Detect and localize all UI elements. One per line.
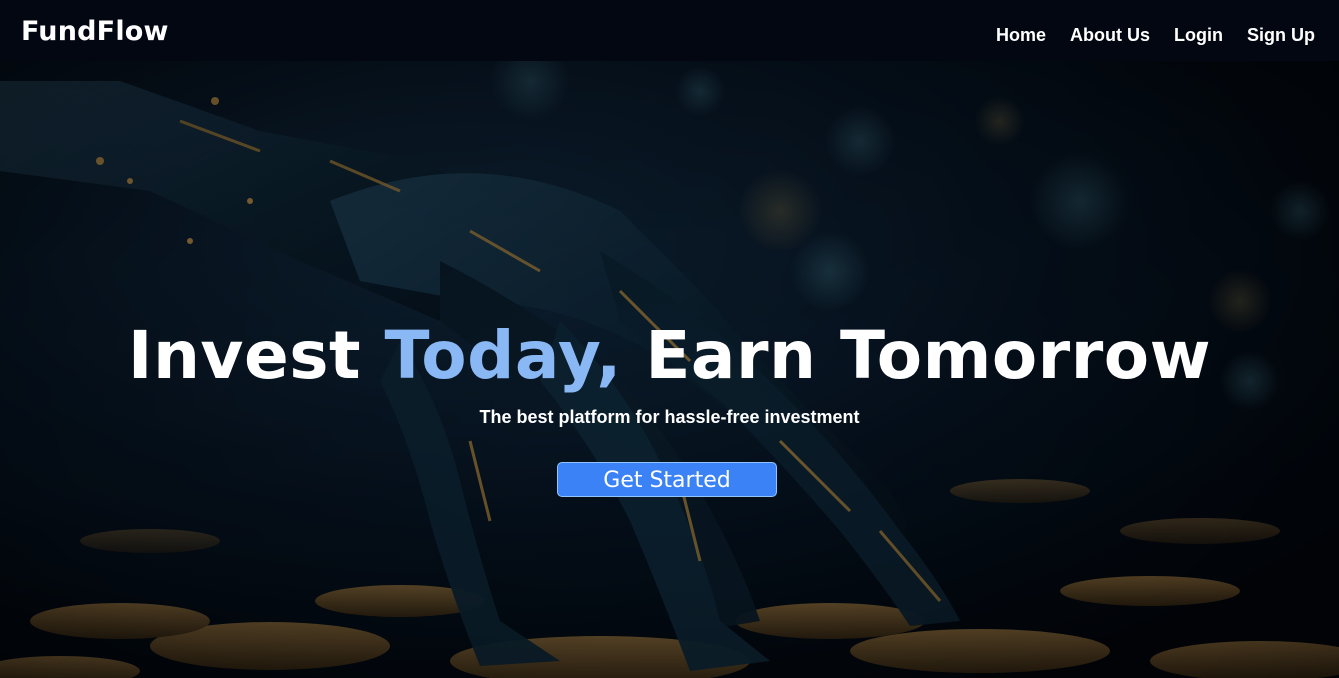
headline-text-earn-tomorrow: Earn Tomorrow: [621, 317, 1212, 394]
nav-link-home[interactable]: Home: [996, 25, 1046, 46]
nav-links: Home About Us Login Sign Up: [972, 25, 1315, 46]
hero-subheadline: The best platform for hassle-free invest…: [479, 407, 860, 427]
headline-text-invest: Invest: [127, 317, 385, 394]
get-started-button[interactable]: Get Started: [557, 462, 777, 497]
landing-page: FundFlow Home About Us Login Sign Up Inv…: [0, 0, 1339, 678]
navbar: FundFlow Home About Us Login Sign Up: [0, 0, 1339, 61]
hero-headline: Invest Today, Earn Tomorrow: [0, 317, 1339, 394]
headline-accent-today: Today,: [384, 317, 622, 394]
nav-link-sign-up[interactable]: Sign Up: [1247, 25, 1315, 46]
nav-link-about-us[interactable]: About Us: [1070, 25, 1150, 46]
nav-link-login[interactable]: Login: [1174, 25, 1223, 46]
brand-logo[interactable]: FundFlow: [21, 16, 169, 47]
hero-section: Invest Today, Earn Tomorrow The best pla…: [0, 61, 1339, 678]
